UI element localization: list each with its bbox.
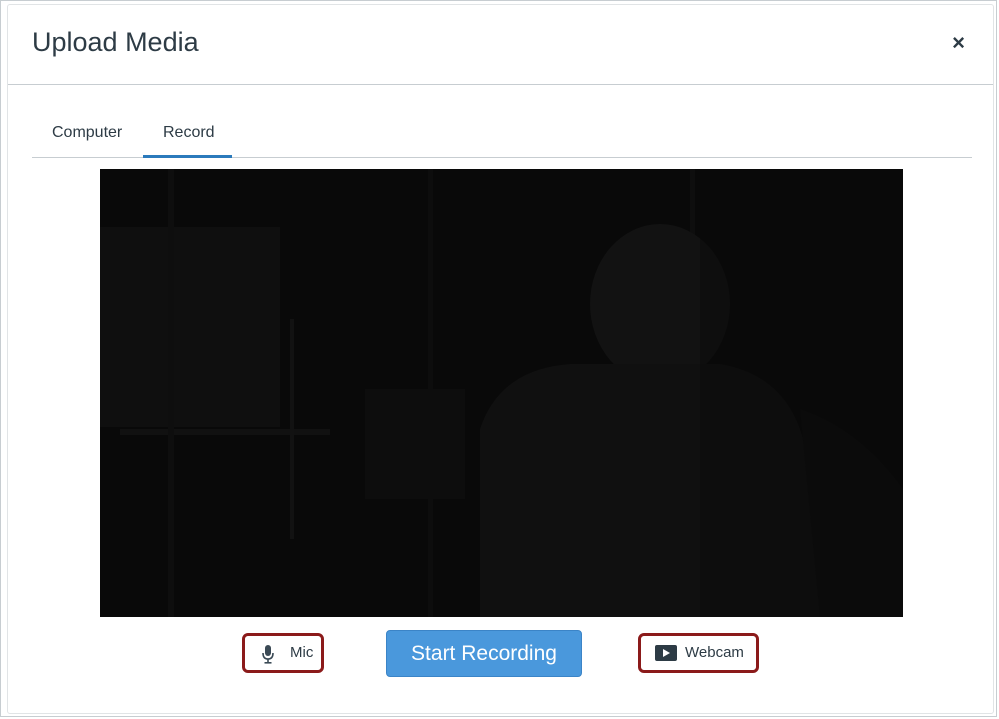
recording-controls: Mic Start Recording Webcam — [8, 629, 993, 679]
dialog-header: Upload Media × — [8, 5, 993, 85]
tab-bar: Computer Record — [32, 111, 972, 158]
webcam-preview-image — [100, 169, 903, 617]
window-frame: Upload Media × Computer Record Mic Start… — [0, 0, 997, 717]
start-recording-button[interactable]: Start Recording — [386, 630, 582, 677]
mic-button[interactable]: Mic — [245, 636, 321, 670]
webcam-preview — [100, 169, 903, 617]
webcam-button[interactable]: Webcam — [641, 636, 756, 670]
tab-computer[interactable]: Computer — [52, 124, 122, 142]
microphone-icon — [262, 645, 274, 664]
close-button[interactable]: × — [952, 31, 965, 55]
video-play-icon — [655, 645, 677, 661]
tab-record[interactable]: Record — [163, 124, 215, 142]
mic-label: Mic — [290, 644, 314, 661]
webcam-label: Webcam — [685, 644, 744, 661]
upload-media-dialog: Upload Media × Computer Record Mic Start… — [7, 4, 994, 714]
active-tab-indicator — [143, 155, 232, 158]
dialog-title: Upload Media — [32, 27, 199, 57]
